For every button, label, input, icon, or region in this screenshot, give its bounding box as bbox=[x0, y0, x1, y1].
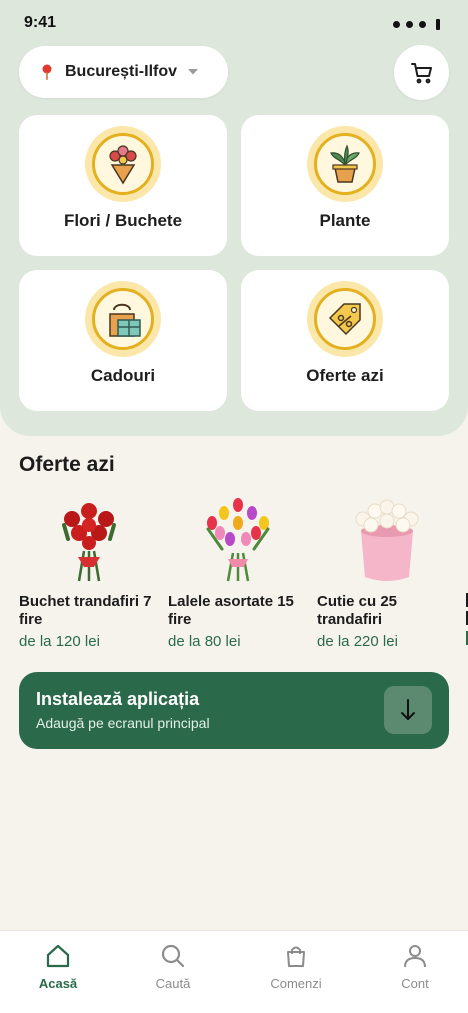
status-bar: 9:41 bbox=[0, 0, 468, 48]
search-icon bbox=[161, 944, 185, 968]
category-illustration bbox=[307, 126, 383, 202]
person-icon bbox=[404, 945, 426, 968]
status-time: 9:41 bbox=[24, 14, 57, 31]
cart-button[interactable] bbox=[394, 45, 449, 100]
product-image bbox=[168, 493, 308, 585]
location-label: București-Ilfov bbox=[65, 63, 178, 80]
tab-label: Acasă bbox=[38, 976, 78, 991]
download-arrow-icon bbox=[401, 699, 415, 720]
category-label: Cadouri bbox=[90, 366, 156, 385]
signal-dot-icon bbox=[393, 21, 400, 28]
install-banner-subtitle: Adaugă pe ecranul principal bbox=[36, 715, 210, 731]
product-image bbox=[317, 493, 457, 585]
section-title: Oferte azi bbox=[19, 453, 115, 476]
product-title: Lalele asortate 15 fire bbox=[168, 593, 294, 628]
product-title: Cutie cu 25 trandafiri bbox=[317, 593, 398, 628]
category-label: Flori / Buchete bbox=[63, 211, 183, 230]
product-price: de la 120 lei bbox=[19, 633, 100, 650]
gift-icon bbox=[109, 303, 141, 337]
tab-acasa[interactable]: Acasă bbox=[8, 943, 108, 991]
tab-comenzi[interactable]: Comenzi bbox=[246, 943, 346, 991]
bottom-nav: Acasă Caută Comenzi Cont bbox=[0, 930, 468, 1013]
tab-label: Comenzi bbox=[270, 976, 322, 991]
product-card[interactable]: Cutie cu 25 trandafiri de la 220 lei bbox=[317, 493, 457, 650]
category-illustration bbox=[307, 281, 383, 357]
tab-label: Cont bbox=[401, 976, 429, 991]
product-card[interactable]: Lalele asortate 15 fire de la 80 lei bbox=[168, 493, 308, 650]
category-label: Oferte azi bbox=[306, 366, 384, 385]
status-icons bbox=[393, 19, 440, 30]
category-illustration bbox=[85, 126, 161, 202]
signal-dot-icon bbox=[406, 21, 413, 28]
rose-box-image bbox=[355, 499, 419, 581]
category-card-plante[interactable]: Plante bbox=[241, 115, 449, 256]
signal-dot-icon bbox=[419, 21, 426, 28]
home-icon bbox=[46, 944, 70, 968]
plant-icon bbox=[330, 144, 360, 183]
install-banner-title: Instalează aplicația bbox=[36, 689, 200, 709]
install-app-banner[interactable]: Instalează aplicația Adaugă pe ecranul p… bbox=[19, 672, 449, 749]
product-image bbox=[19, 493, 159, 585]
bag-icon bbox=[287, 946, 305, 967]
flowers-icon bbox=[109, 145, 137, 185]
tab-label: Caută bbox=[155, 976, 191, 991]
product-price: de la 80 lei bbox=[168, 633, 241, 650]
cart-icon bbox=[410, 62, 432, 83]
category-label: Plante bbox=[319, 211, 371, 230]
product-card[interactable]: Buchet trandafiri 7 fire de la 120 lei bbox=[19, 493, 159, 650]
roses-bouquet-image bbox=[62, 503, 116, 582]
product-title: Buchet trandafiri 7 fire bbox=[19, 593, 152, 628]
product-price: de la 220 lei bbox=[317, 633, 398, 650]
category-card-flori[interactable]: Flori / Buchete bbox=[19, 115, 227, 256]
tab-cauta[interactable]: Caută bbox=[123, 943, 223, 991]
tag-icon bbox=[328, 303, 361, 336]
tab-cont[interactable]: Cont bbox=[365, 943, 465, 991]
install-button[interactable] bbox=[384, 686, 432, 734]
category-card-oferte[interactable]: Oferte azi bbox=[241, 270, 449, 411]
pin-icon bbox=[42, 64, 52, 80]
battery-icon bbox=[436, 19, 440, 30]
tulips-bouquet-image bbox=[206, 498, 270, 582]
category-illustration bbox=[85, 281, 161, 357]
chevron-down-icon bbox=[188, 69, 199, 75]
category-card-cadouri[interactable]: Cadouri bbox=[19, 270, 227, 411]
location-selector[interactable]: București-Ilfov bbox=[19, 46, 228, 98]
